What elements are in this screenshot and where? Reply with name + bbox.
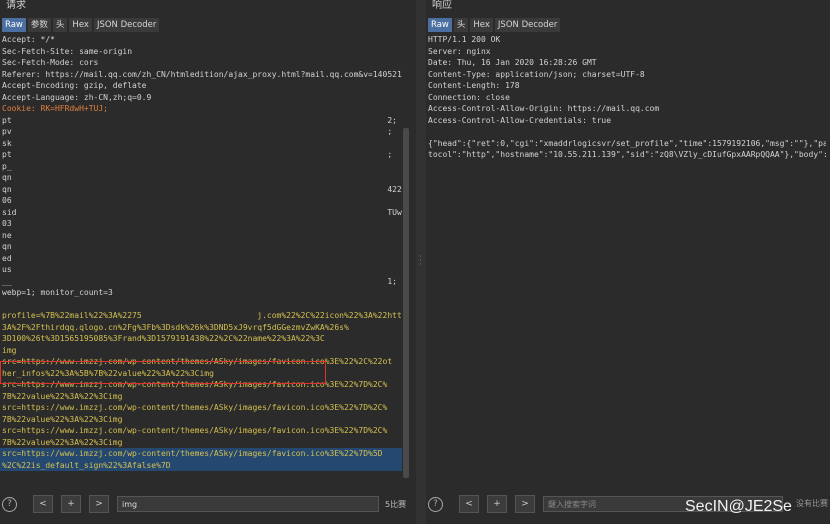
code-line: Sec-Fetch-Mode: cors: [2, 58, 99, 67]
code-line: ne: [2, 230, 12, 240]
code-line: Access-Control-Allow-Credentials: true: [428, 115, 612, 125]
tab-raw[interactable]: Raw: [428, 18, 452, 32]
request-editor[interactable]: Accept: */* Sec-Fetch-Site: same-origin Se…: [0, 34, 402, 490]
tab-params[interactable]: 参数: [27, 18, 51, 32]
tab-raw[interactable]: Raw: [2, 18, 26, 32]
code-line: Accept-Language: zh-CN,zh;q=0.9: [2, 92, 152, 102]
code-line: Content-Length: 178: [428, 81, 520, 90]
code-line: 3A%2F%2Fthirdqq.qlogo.cn%2Fg%3Fb%3Dsdk%2…: [2, 322, 349, 332]
tab-hex[interactable]: Hex: [470, 18, 493, 32]
add-button[interactable]: +: [487, 495, 507, 513]
watermark: SecIN@JE2Se: [685, 498, 792, 515]
response-pane: 响应 Raw 头 Hex JSON Decoder HTTP/1.1 200 O…: [426, 0, 830, 524]
request-pane: 请求 Raw 参数 头 Hex JSON Decoder Accept: */*…: [0, 0, 416, 524]
code-line: pt 2;: [2, 115, 397, 125]
help-icon[interactable]: ?: [428, 496, 443, 512]
code-line: webp=1; monitor_count=3: [2, 288, 113, 297]
code-line: 3D100%26t%3D1565195085%3Frand%3D15791914…: [2, 334, 325, 343]
code-line: tocol":"http","hostname":"10.55.211.139"…: [428, 150, 826, 159]
code-line: %2C%22is_default_sign%22%3Afalse%7D: [0, 459, 402, 471]
next-button[interactable]: >: [515, 495, 535, 513]
code-line: Connection: close: [428, 92, 510, 102]
request-pane-title: 请求: [6, 0, 26, 11]
code-line: us: [2, 265, 12, 274]
code-line: qn: [2, 242, 12, 251]
code-line: sk: [2, 138, 12, 148]
code-line: qn: [2, 173, 12, 182]
code-line: Cookie: RK=HFRdwH+TUJ;: [2, 104, 108, 113]
code-line: 7B%22value%22%3A%22%3Cimg: [2, 414, 123, 424]
code-line: profile=%7B%22mail%22%3A%2275 j.com%22%2…: [2, 311, 402, 320]
pane-divider[interactable]: · · ·: [416, 0, 426, 524]
tab-headers[interactable]: 头: [52, 18, 68, 32]
tab-json-decoder[interactable]: JSON Decoder: [93, 18, 160, 32]
response-tabs: Raw 头 Hex JSON Decoder: [428, 18, 561, 32]
tab-hex[interactable]: Hex: [69, 18, 92, 32]
request-match-count: 5比赛: [385, 499, 407, 509]
code-line: src=https://www.imzzj.com/wp-content/the…: [2, 403, 388, 412]
code-line: Referer: https://mail.qq.com/zh_CN/htmle…: [2, 69, 402, 79]
code-line: Accept-Encoding: gzip, deflate: [2, 81, 147, 90]
code-line: Access-Control-Allow-Origin: https://mai…: [428, 104, 660, 113]
next-button[interactable]: >: [89, 495, 109, 513]
code-line: ed: [2, 253, 12, 263]
code-line: HTTP/1.1 200 OK: [428, 35, 501, 44]
code-line: 7B%22value%22%3A%22%3Cimg: [2, 391, 123, 401]
highlight-box: [0, 361, 326, 384]
prev-button[interactable]: <: [459, 495, 479, 513]
code-line: src=https://www.imzzj.com/wp-content/the…: [2, 426, 388, 435]
code-line: Content-Type: application/json; charset=…: [428, 69, 645, 79]
code-line: Sec-Fetch-Site: same-origin: [2, 46, 133, 56]
request-tabs: Raw 参数 头 Hex JSON Decoder: [2, 18, 160, 32]
code-line: qn 4221f0fe: [2, 184, 402, 194]
code-line: Accept: */*: [2, 35, 55, 44]
tab-json-decoder[interactable]: JSON Decoder: [494, 18, 561, 32]
code-line: 03: [2, 219, 12, 228]
code-line: __ 1;: [2, 276, 397, 286]
code-line: Date: Thu, 16 Jan 2020 16:28:26 GMT: [428, 58, 597, 67]
code-line: {"head":{"ret":0,"cgi":"xmaddrlogicsvr/s…: [428, 138, 826, 148]
add-button[interactable]: +: [61, 495, 81, 513]
response-pane-title: 响应: [432, 0, 452, 11]
drag-handle-icon[interactable]: · · ·: [419, 253, 423, 270]
code-line: 7B%22value%22%3A%22%3Cimg: [2, 437, 123, 447]
code-line: 06: [2, 196, 12, 205]
code-line: p_: [2, 161, 12, 171]
request-scrollbar[interactable]: [403, 128, 409, 478]
response-match-count: 没有比赛: [796, 499, 828, 508]
request-search-input[interactable]: img: [117, 496, 379, 512]
code-line: src=https://www.imzzj.com/wp-content/the…: [0, 448, 402, 460]
response-editor[interactable]: HTTP/1.1 200 OK Server: nginx Date: Thu, 1…: [426, 34, 826, 490]
code-line: pv ;: [2, 127, 393, 136]
code-line: sid TUwxWU: [2, 207, 402, 217]
code-line: img: [2, 345, 17, 355]
help-icon[interactable]: ?: [2, 496, 17, 512]
request-search-bar: ? < + > img 5比赛: [0, 494, 406, 514]
code-line: Server: nginx: [428, 46, 491, 56]
tab-headers[interactable]: 头: [453, 18, 469, 32]
code-line: pt ;: [2, 150, 393, 159]
prev-button[interactable]: <: [33, 495, 53, 513]
